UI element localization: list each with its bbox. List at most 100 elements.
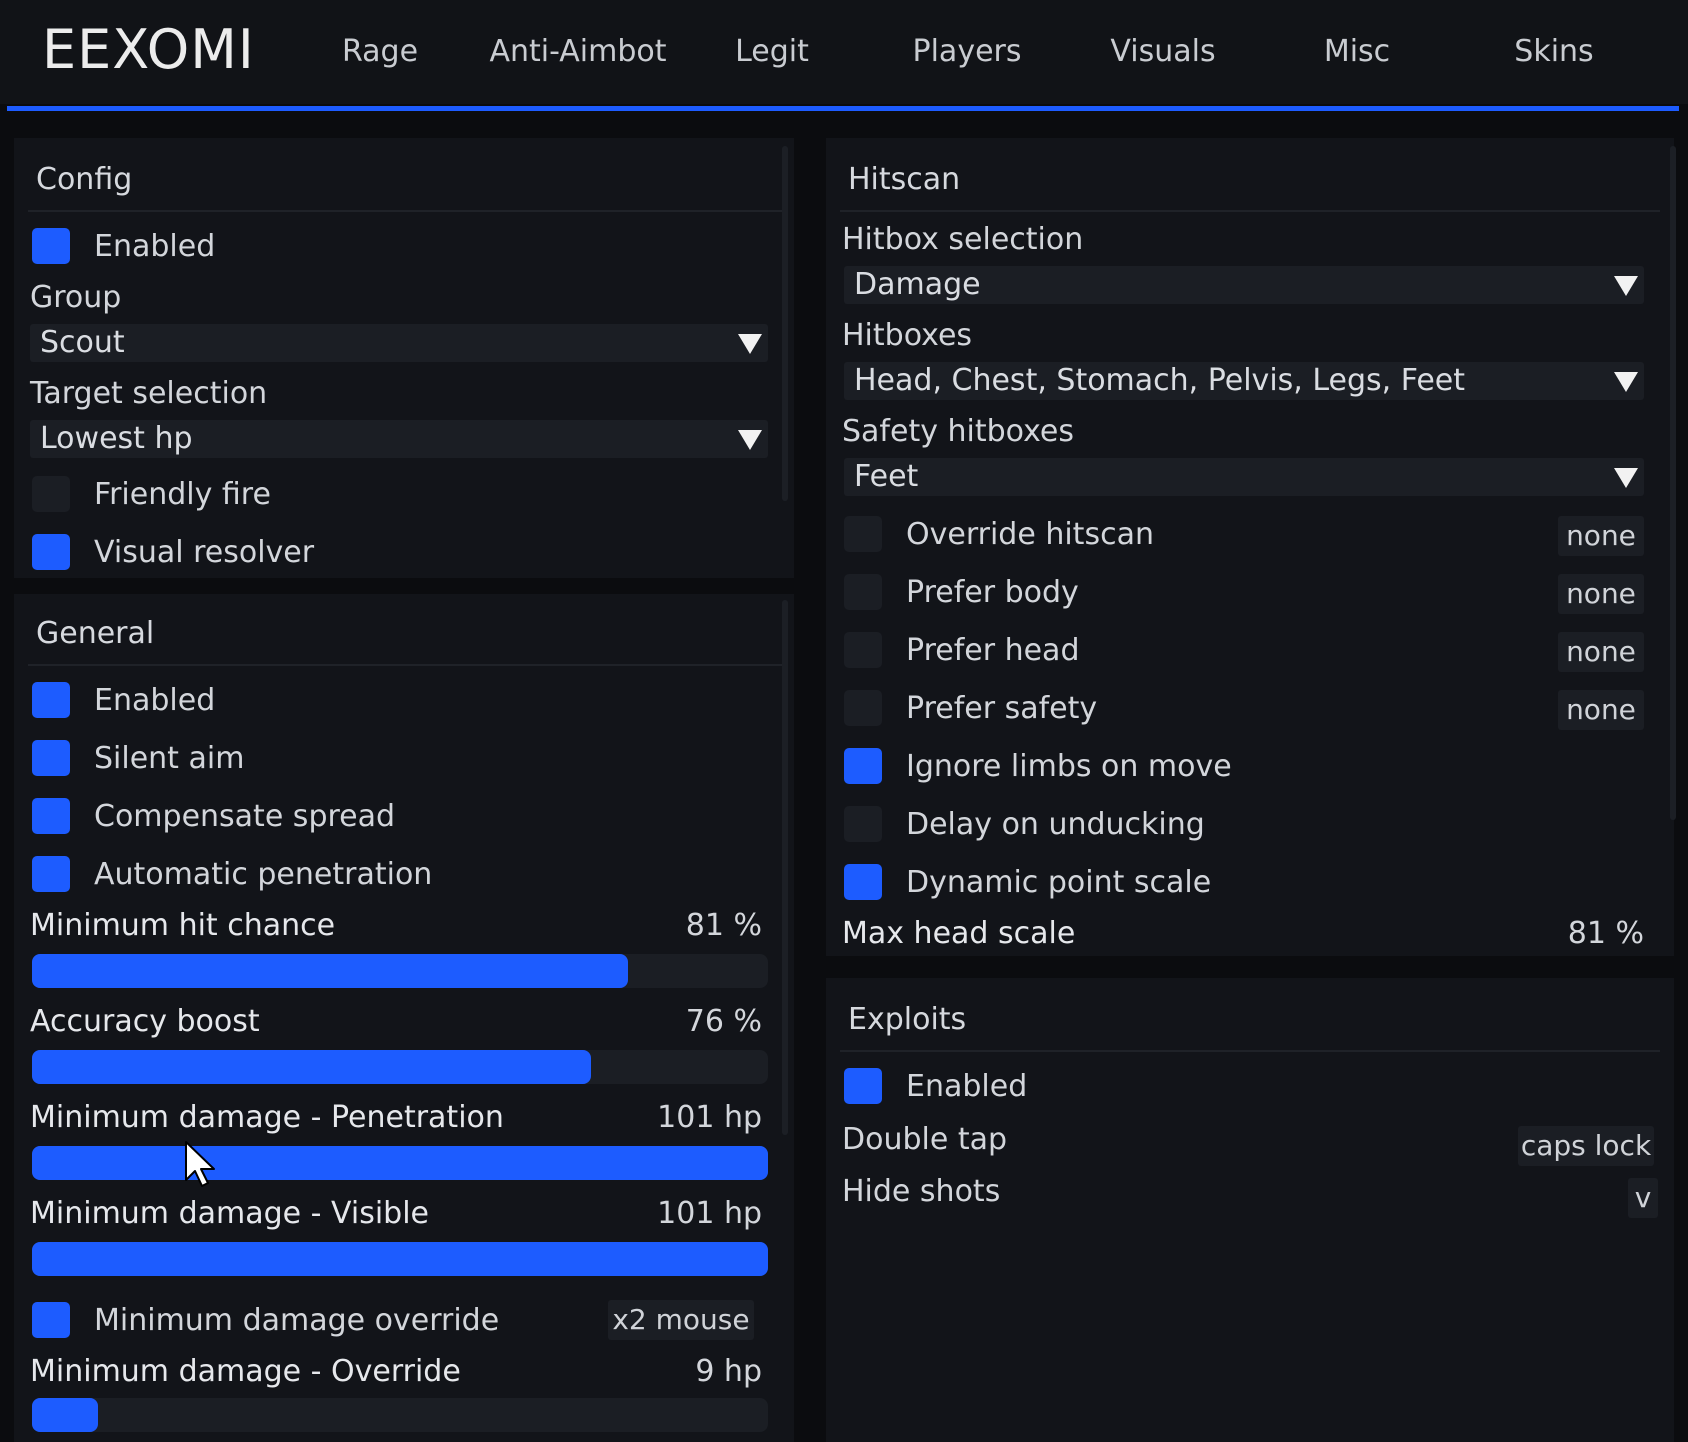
prefer-safety-label: Prefer safety bbox=[906, 691, 1098, 726]
min-damage-override-slider[interactable] bbox=[32, 1398, 768, 1432]
accuracy-boost-value: 76 % bbox=[685, 1004, 762, 1039]
min-damage-override-fill bbox=[32, 1398, 99, 1432]
hitbox-selection-dropdown[interactable]: Damage bbox=[844, 266, 1644, 304]
target-selection-label: Target selection bbox=[30, 376, 268, 411]
max-head-scale-value: 81 % bbox=[1567, 916, 1644, 951]
prefer-safety-keybind[interactable]: none bbox=[1558, 690, 1644, 730]
tab-anti-aimbot[interactable]: Anti-Aimbot bbox=[489, 34, 666, 69]
prefer-body-checkbox[interactable] bbox=[844, 574, 882, 610]
friendly-fire-checkbox[interactable] bbox=[32, 476, 70, 512]
app-logo: EEXOMI bbox=[42, 18, 255, 81]
min-hit-chance-slider[interactable] bbox=[32, 954, 768, 988]
general-enabled-label: Enabled bbox=[94, 683, 216, 718]
config-title: Config bbox=[36, 162, 133, 197]
chevron-down-icon bbox=[1614, 276, 1638, 296]
group-value: Scout bbox=[40, 325, 125, 360]
override-hitscan-keybind[interactable]: none bbox=[1558, 516, 1644, 556]
silent-aim-label: Silent aim bbox=[94, 741, 245, 776]
general-title: General bbox=[36, 616, 155, 651]
hide-shots-keybind[interactable]: v bbox=[1628, 1178, 1658, 1218]
exploits-title: Exploits bbox=[848, 1002, 967, 1037]
chevron-down-icon bbox=[1614, 468, 1638, 488]
hitboxes-value: Head, Chest, Stomach, Pelvis, Legs, Feet bbox=[854, 363, 1466, 398]
automatic-penetration-label: Automatic penetration bbox=[94, 857, 433, 892]
visual-resolver-label: Visual resolver bbox=[94, 535, 315, 570]
hitscan-divider bbox=[840, 210, 1660, 212]
silent-aim-checkbox[interactable] bbox=[32, 740, 70, 776]
group-dropdown[interactable]: Scout bbox=[30, 324, 768, 362]
tab-visuals[interactable]: Visuals bbox=[1110, 34, 1215, 69]
prefer-head-checkbox[interactable] bbox=[844, 632, 882, 668]
override-hitscan-checkbox[interactable] bbox=[844, 516, 882, 552]
hitboxes-label: Hitboxes bbox=[842, 318, 973, 353]
prefer-head-keybind[interactable]: none bbox=[1558, 632, 1644, 672]
target-selection-dropdown[interactable]: Lowest hp bbox=[30, 420, 768, 458]
chevron-down-icon bbox=[1614, 372, 1638, 392]
ignore-limbs-checkbox[interactable] bbox=[844, 748, 882, 784]
tab-legit[interactable]: Legit bbox=[735, 34, 809, 69]
prefer-body-keybind[interactable]: none bbox=[1558, 574, 1644, 614]
general-divider bbox=[28, 664, 782, 666]
double-tap-label: Double tap bbox=[842, 1122, 1008, 1157]
hide-shots-label: Hide shots bbox=[842, 1174, 1001, 1209]
prefer-head-label: Prefer head bbox=[906, 633, 1080, 668]
visual-resolver-checkbox[interactable] bbox=[32, 534, 70, 570]
tab-rage[interactable]: Rage bbox=[342, 34, 418, 69]
accuracy-boost-label: Accuracy boost bbox=[30, 1004, 260, 1039]
min-damage-penetration-label: Minimum damage - Penetration bbox=[30, 1100, 504, 1135]
min-hit-chance-fill bbox=[32, 954, 629, 988]
min-damage-override-slider-value: 9 hp bbox=[695, 1354, 762, 1389]
general-enabled-checkbox[interactable] bbox=[32, 682, 70, 718]
chevron-down-icon bbox=[738, 430, 762, 450]
double-tap-keybind[interactable]: caps lock bbox=[1518, 1126, 1654, 1166]
config-panel: Config Enabled Group Scout Target select… bbox=[14, 138, 794, 578]
min-damage-visible-value: 101 hp bbox=[657, 1196, 762, 1231]
accuracy-boost-fill bbox=[32, 1050, 592, 1084]
hitbox-selection-label: Hitbox selection bbox=[842, 222, 1084, 257]
ignore-limbs-label: Ignore limbs on move bbox=[906, 749, 1232, 784]
min-damage-visible-slider[interactable] bbox=[32, 1242, 768, 1276]
config-enabled-label: Enabled bbox=[94, 229, 216, 264]
exploits-divider bbox=[840, 1050, 1660, 1052]
dynamic-point-scale-label: Dynamic point scale bbox=[906, 865, 1212, 900]
tab-players[interactable]: Players bbox=[913, 34, 1022, 69]
mouse-cursor-icon bbox=[185, 1141, 215, 1187]
compensate-spread-checkbox[interactable] bbox=[32, 798, 70, 834]
prefer-body-label: Prefer body bbox=[906, 575, 1079, 610]
accuracy-boost-slider[interactable] bbox=[32, 1050, 768, 1084]
automatic-penetration-checkbox[interactable] bbox=[32, 856, 70, 892]
config-divider bbox=[28, 210, 782, 212]
min-damage-override-checkbox[interactable] bbox=[32, 1302, 70, 1338]
max-head-scale-label: Max head scale bbox=[842, 916, 1076, 951]
safety-hitboxes-value: Feet bbox=[854, 459, 919, 494]
override-hitscan-label: Override hitscan bbox=[906, 517, 1154, 552]
friendly-fire-label: Friendly fire bbox=[94, 477, 271, 512]
chevron-down-icon bbox=[738, 334, 762, 354]
top-navigation-bar: EEXOMI Rage Anti-Aimbot Legit Players Vi… bbox=[0, 0, 1688, 104]
min-damage-visible-fill bbox=[32, 1242, 768, 1276]
hitscan-scrollbar[interactable] bbox=[1670, 146, 1676, 820]
tab-skins[interactable]: Skins bbox=[1514, 34, 1593, 69]
safety-hitboxes-dropdown[interactable]: Feet bbox=[844, 458, 1644, 496]
compensate-spread-label: Compensate spread bbox=[94, 799, 396, 834]
hitboxes-dropdown[interactable]: Head, Chest, Stomach, Pelvis, Legs, Feet bbox=[844, 362, 1644, 400]
hitbox-selection-value: Damage bbox=[854, 267, 981, 302]
min-hit-chance-value: 81 % bbox=[685, 908, 762, 943]
min-damage-penetration-slider[interactable] bbox=[32, 1146, 768, 1180]
active-tab-underline bbox=[7, 106, 1679, 111]
min-damage-penetration-value: 101 hp bbox=[657, 1100, 762, 1135]
min-damage-visible-label: Minimum damage - Visible bbox=[30, 1196, 429, 1231]
prefer-safety-checkbox[interactable] bbox=[844, 690, 882, 726]
tab-misc[interactable]: Misc bbox=[1324, 34, 1390, 69]
safety-hitboxes-label: Safety hitboxes bbox=[842, 414, 1075, 449]
delay-unducking-checkbox[interactable] bbox=[844, 806, 882, 842]
config-enabled-checkbox[interactable] bbox=[32, 228, 70, 264]
min-damage-override-keybind[interactable]: x2 mouse bbox=[608, 1300, 754, 1340]
hitscan-panel: Hitscan Hitbox selection Damage Hitboxes… bbox=[826, 138, 1674, 956]
general-scrollbar[interactable] bbox=[782, 600, 788, 1135]
config-scrollbar[interactable] bbox=[782, 146, 788, 501]
exploits-panel: Exploits Enabled Double tap caps lock Hi… bbox=[826, 978, 1674, 1442]
dynamic-point-scale-checkbox[interactable] bbox=[844, 864, 882, 900]
min-damage-penetration-fill bbox=[32, 1146, 768, 1180]
exploits-enabled-checkbox[interactable] bbox=[844, 1068, 882, 1104]
